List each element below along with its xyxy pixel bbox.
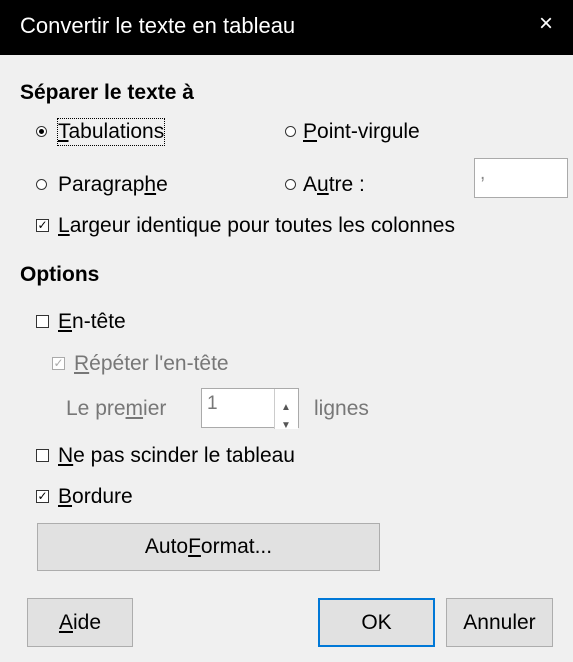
radio-tabulations[interactable]: Tabulations xyxy=(36,118,196,147)
other-separator-input[interactable]: , xyxy=(474,158,568,198)
first-rows-spinbox[interactable]: 1 ▲ ▼ xyxy=(201,388,299,431)
title-bar: Convertir le texte en tableau × xyxy=(0,0,573,55)
spin-down-icon[interactable]: ▼ xyxy=(281,411,291,441)
first-rows-suffix: lignes xyxy=(314,397,369,420)
radio-semicolon-label: Point-virgule xyxy=(303,120,420,143)
repeat-header-checkbox[interactable]: ✓ Répéter l'en-tête xyxy=(52,351,272,379)
checkmark-icon: ✓ xyxy=(52,356,65,370)
radio-button-icon xyxy=(285,126,296,137)
border-label: Bordure xyxy=(58,485,133,508)
radio-other[interactable]: Autre : xyxy=(285,172,405,200)
repeat-header-label: Répéter l'en-tête xyxy=(74,352,229,375)
close-icon[interactable]: × xyxy=(539,12,553,36)
window-title: Convertir le texte en tableau xyxy=(20,13,296,38)
checkbox-icon xyxy=(36,449,49,462)
separate-heading: Séparer le texte à xyxy=(20,81,194,104)
border-checkbox[interactable]: ✓ Bordure xyxy=(36,484,166,512)
radio-tabulations-label: Tabulations xyxy=(56,118,166,146)
dont-split-label: Ne pas scinder le tableau xyxy=(58,444,295,467)
radio-paragraph[interactable]: Paragraphe xyxy=(36,172,206,200)
first-rows-label: Le premier xyxy=(66,397,167,420)
radio-semicolon[interactable]: Point-virgule xyxy=(285,119,465,147)
radio-button-icon xyxy=(36,126,47,137)
checkbox-icon xyxy=(36,315,49,328)
equal-width-label: Largeur identique pour toutes les colonn… xyxy=(58,214,455,237)
dont-split-checkbox[interactable]: Ne pas scinder le tableau xyxy=(36,443,356,471)
cancel-button[interactable]: Annuler xyxy=(446,598,553,647)
radio-other-label: Autre : xyxy=(303,173,365,196)
header-checkbox[interactable]: En-tête xyxy=(36,309,166,337)
radio-button-icon xyxy=(285,179,296,190)
autoformat-button[interactable]: AutoFormat... xyxy=(37,523,380,571)
radio-button-icon xyxy=(36,179,47,190)
checkmark-icon: ✓ xyxy=(36,218,49,232)
spin-buttons[interactable]: ▲ ▼ xyxy=(274,389,298,431)
help-button[interactable]: Aide xyxy=(27,598,133,647)
dialog-body: Séparer le texte à Tabulations Point-vir… xyxy=(0,55,573,662)
header-label: En-tête xyxy=(58,310,126,333)
ok-button[interactable]: OK xyxy=(318,598,435,647)
equal-width-checkbox[interactable]: ✓ Largeur identique pour toutes les colo… xyxy=(36,213,556,241)
checkmark-icon: ✓ xyxy=(36,489,49,503)
radio-paragraph-label: Paragraphe xyxy=(58,173,168,196)
options-heading: Options xyxy=(20,263,100,286)
